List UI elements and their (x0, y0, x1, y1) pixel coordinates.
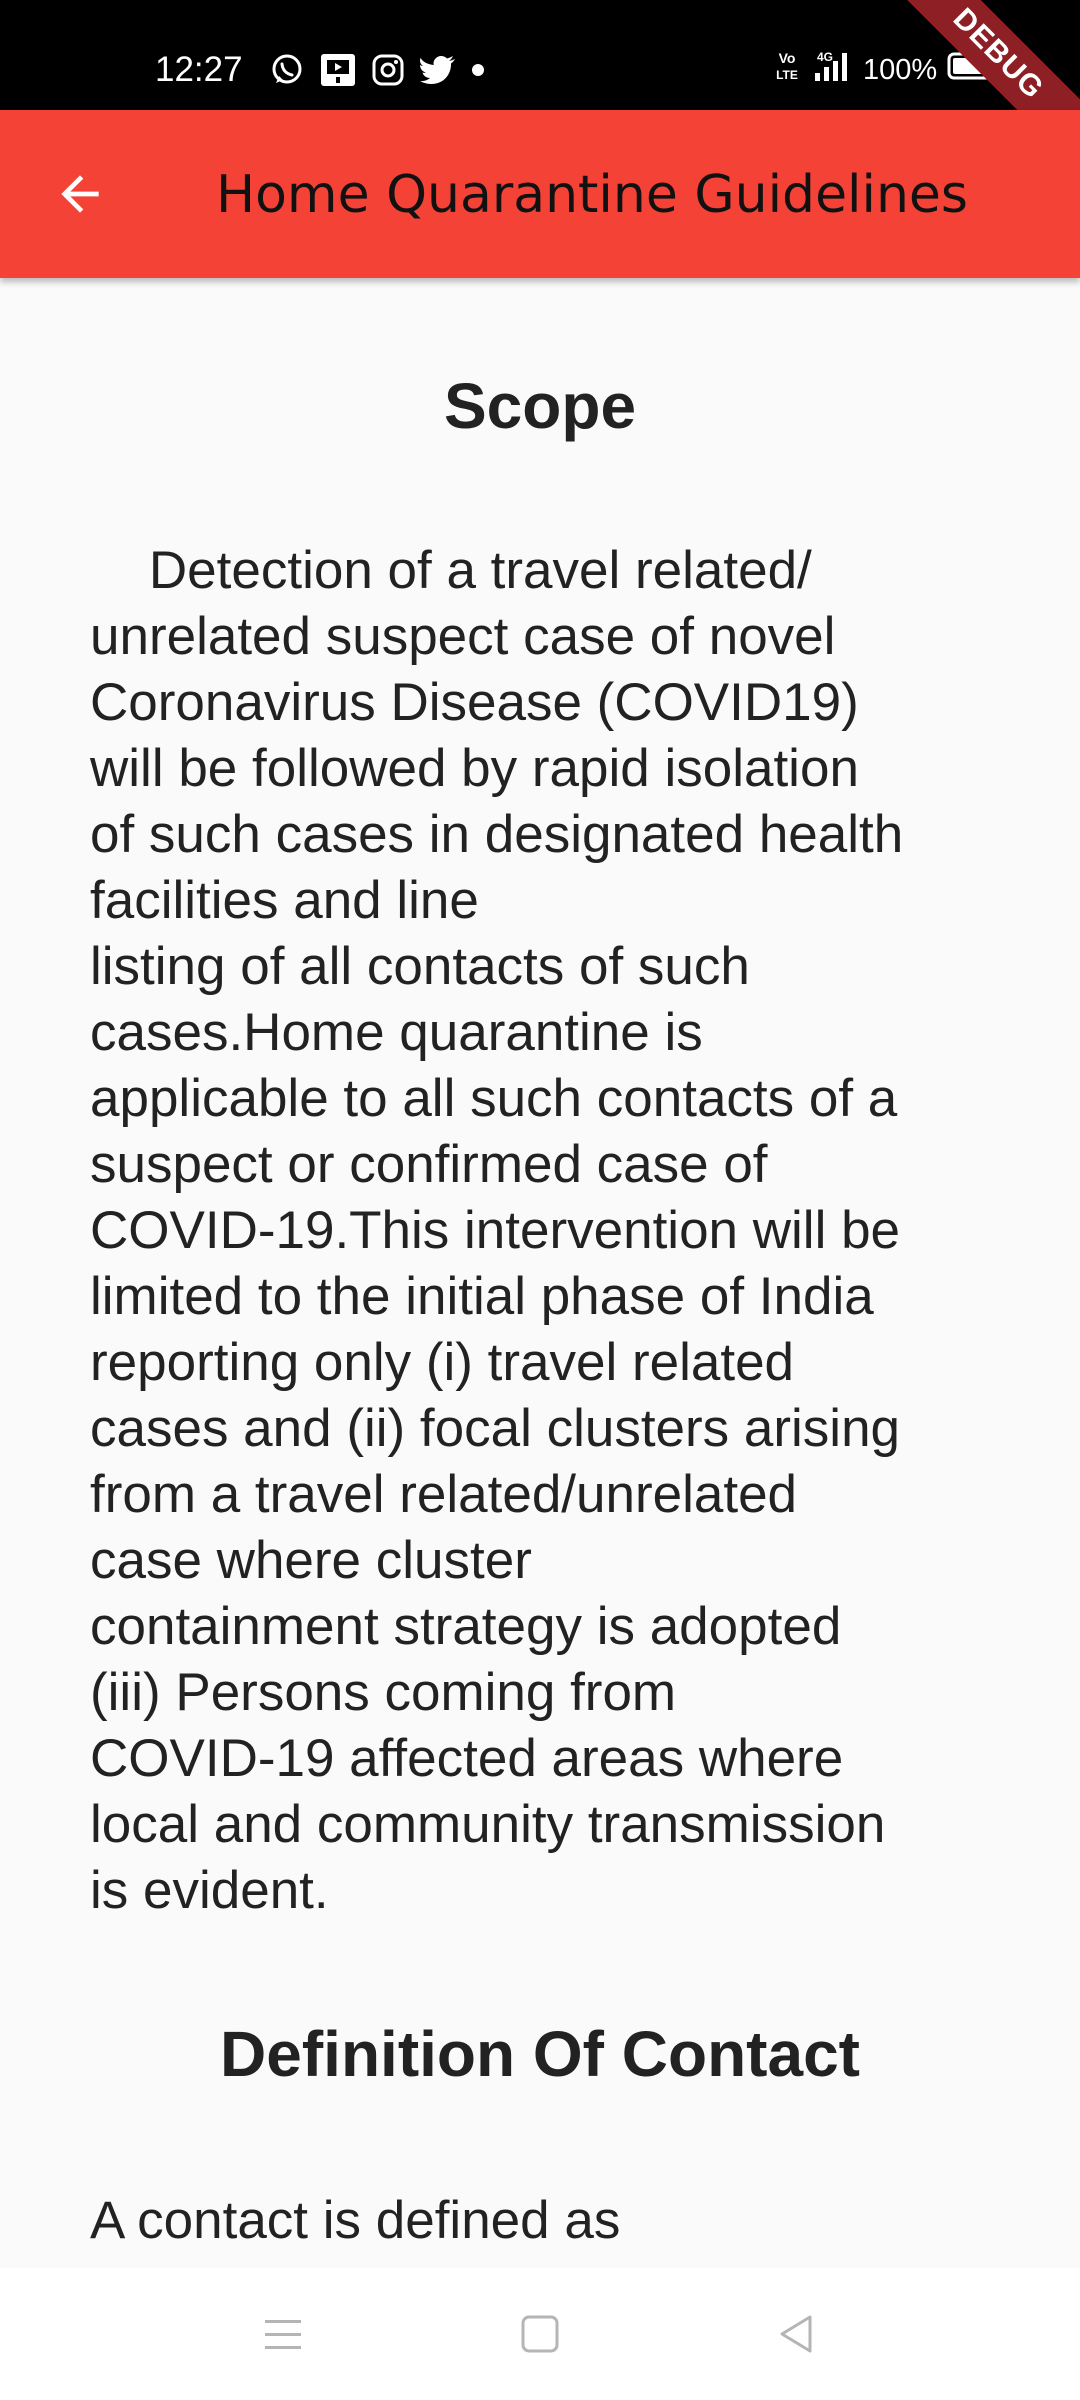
youtube-studio-icon (320, 53, 356, 87)
definition-of-contact-paragraph: A contact is defined as (90, 2191, 621, 2250)
battery-percent: 100% (863, 53, 938, 86)
system-nav-bar (0, 2268, 1080, 2400)
signal-4g-icon: 4G (809, 49, 853, 91)
svg-text:LTE: LTE (776, 68, 798, 82)
notification-icons (270, 50, 484, 90)
system-back-button[interactable] (756, 2294, 836, 2374)
page-title: Home Quarantine Guidelines (216, 165, 968, 225)
volte-icon: Vo LTE (775, 49, 799, 91)
status-time: 12:27 (155, 50, 243, 89)
whatsapp-icon (270, 53, 304, 87)
definition-of-contact-heading: Definition Of Contact (220, 2018, 860, 2090)
svg-text:Vo: Vo (779, 50, 796, 66)
menu-icon (265, 2320, 301, 2349)
home-icon (521, 2315, 559, 2353)
app-bar: Home Quarantine Guidelines (0, 110, 1080, 278)
scope-heading: Scope (443, 370, 637, 442)
guidelines-content[interactable]: Scope Detection of a travel related/ unr… (0, 278, 1080, 2268)
scope-paragraph: Detection of a travel related/ unrelated… (90, 541, 904, 1920)
back-icon (780, 2315, 812, 2353)
twitter-icon (420, 55, 456, 85)
dot-icon (472, 64, 484, 76)
back-button[interactable] (40, 154, 120, 234)
home-button[interactable] (500, 2294, 580, 2374)
arrow-back-icon (61, 175, 99, 213)
status-bar: 12:27 Vo LTE 4G 100% DEBUG (0, 0, 1080, 110)
recent-apps-button[interactable] (243, 2294, 323, 2374)
instagram-icon (372, 54, 404, 86)
svg-text:4G: 4G (817, 50, 833, 64)
